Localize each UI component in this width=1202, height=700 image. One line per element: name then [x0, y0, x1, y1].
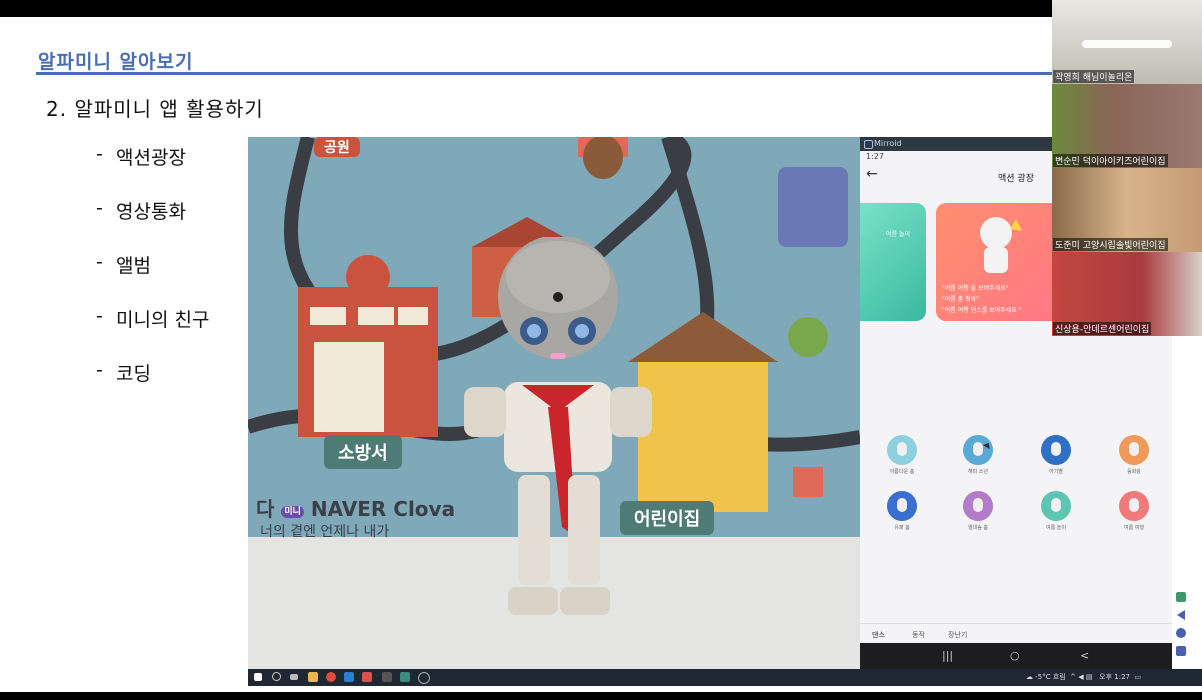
tab-playful[interactable]: 장난기 [948, 630, 967, 640]
participant-tile[interactable]: 변순민 덕이아이키즈어린이집 [1052, 84, 1202, 168]
robot-illustration [980, 217, 1022, 273]
system-tray: ☁ -5°C 흐림 ^ ◀ ▤ 오후 1:27 ▭ [1026, 673, 1142, 681]
slide-title: 알파미니 알아보기 [38, 51, 194, 73]
chrome-icon[interactable] [326, 672, 336, 682]
side-recents-icon[interactable] [1176, 646, 1186, 656]
taskbar-clock[interactable]: 오후 1:27 [1099, 673, 1130, 681]
participant-tile[interactable]: 곽영희 해님이놀리온 [1052, 0, 1202, 84]
ceiling-light [1082, 40, 1172, 48]
back-button[interactable]: < [1080, 649, 1089, 662]
task-view-icon[interactable] [290, 674, 298, 680]
recents-button[interactable]: ||| [942, 649, 953, 662]
side-control-icon[interactable] [1176, 592, 1186, 602]
participant-name: 도준미 고양시립솔빛어린이집 [1053, 238, 1168, 251]
participant-name: 신상용-안데르센어린이집 [1053, 322, 1152, 335]
action-icon[interactable]: 유쾌 봄 [874, 491, 930, 531]
sign-park: 공원 [314, 137, 360, 157]
bullet-item: - 앨범 [96, 251, 151, 277]
title-underline [36, 72, 1056, 75]
action-icon[interactable]: 해피 소년 [950, 435, 1006, 475]
side-home-icon[interactable] [1176, 628, 1186, 638]
windows-taskbar: ☁ -5°C 흐림 ^ ◀ ▤ 오후 1:27 ▭ [248, 669, 1202, 686]
action-icon[interactable]: 아기별 [1028, 435, 1084, 475]
mirroid-taskbar-icon[interactable] [400, 672, 410, 682]
participant-tile[interactable]: 신상용-안데르센어린이집 [1052, 252, 1202, 336]
tab-motion[interactable]: 동작 [912, 630, 925, 640]
action-icon[interactable]: 동화왕 [1106, 435, 1162, 475]
brand-logo: 다 미니 NAVER Clova [256, 497, 456, 521]
mirror-side-controls [1172, 580, 1190, 669]
shared-video-robot: 소방서 어린이집 공원 다 미니 NAVER Clova 너의 곁엔 언제나 내… [248, 137, 860, 669]
participant-name: 곽영희 해님이놀리온 [1053, 70, 1135, 83]
sign-fire-station: 소방서 [324, 435, 402, 469]
search-icon[interactable] [272, 672, 281, 681]
bullet-item: - 영상통화 [96, 197, 186, 223]
side-back-icon[interactable] [1177, 610, 1185, 620]
tab-dance[interactable]: 댄스 [872, 630, 885, 640]
mirroid-icon [864, 140, 873, 149]
app-icon-gray[interactable] [382, 672, 392, 682]
app-icon-circle[interactable] [418, 672, 430, 684]
app-icon-blue[interactable] [344, 672, 354, 682]
bullet-list: - 액션광장 - 영상통화 - 앨범 - 미니의 친구 - 코딩 [96, 143, 209, 413]
screen-top-bar [0, 0, 1202, 17]
windows-start-icon[interactable] [254, 673, 262, 681]
action-icon[interactable]: 아름다운 춤 [874, 435, 930, 475]
alpha-mini-robot [464, 237, 652, 615]
android-nav-bar: ||| ○ < [860, 643, 1172, 669]
bullet-item: - 미니의 친구 [96, 305, 210, 331]
action-icon[interactable]: 열대숲 춤 [950, 491, 1006, 531]
bullet-item: - 액션광장 [96, 143, 186, 169]
participant-tile[interactable]: 도준미 고양시립솔빛어린이집 [1052, 168, 1202, 252]
weather-icon: ☁ [1026, 673, 1033, 681]
home-button[interactable]: ○ [1010, 649, 1020, 662]
participant-name: 변순민 덕이아이키즈어린이집 [1053, 154, 1168, 167]
action-card-summer-play[interactable]: 여름 놀이 [860, 203, 926, 321]
app-icon-red[interactable] [362, 672, 372, 682]
action-icon[interactable]: 여름 여행 [1106, 491, 1162, 531]
screen-bottom-bar [0, 692, 1202, 700]
brand-tagline: 너의 곁엔 언제나 내가 [260, 524, 390, 540]
bullet-item: - 코딩 [96, 359, 151, 385]
file-explorer-icon[interactable] [308, 672, 318, 682]
category-tab-bar: 댄스 동작 장난기 [860, 623, 1172, 644]
action-icon[interactable]: 여름 놀이 [1028, 491, 1084, 531]
section-heading: 2. 알파미니 앱 활용하기 [46, 97, 264, 121]
page-indicator [1000, 615, 1030, 630]
